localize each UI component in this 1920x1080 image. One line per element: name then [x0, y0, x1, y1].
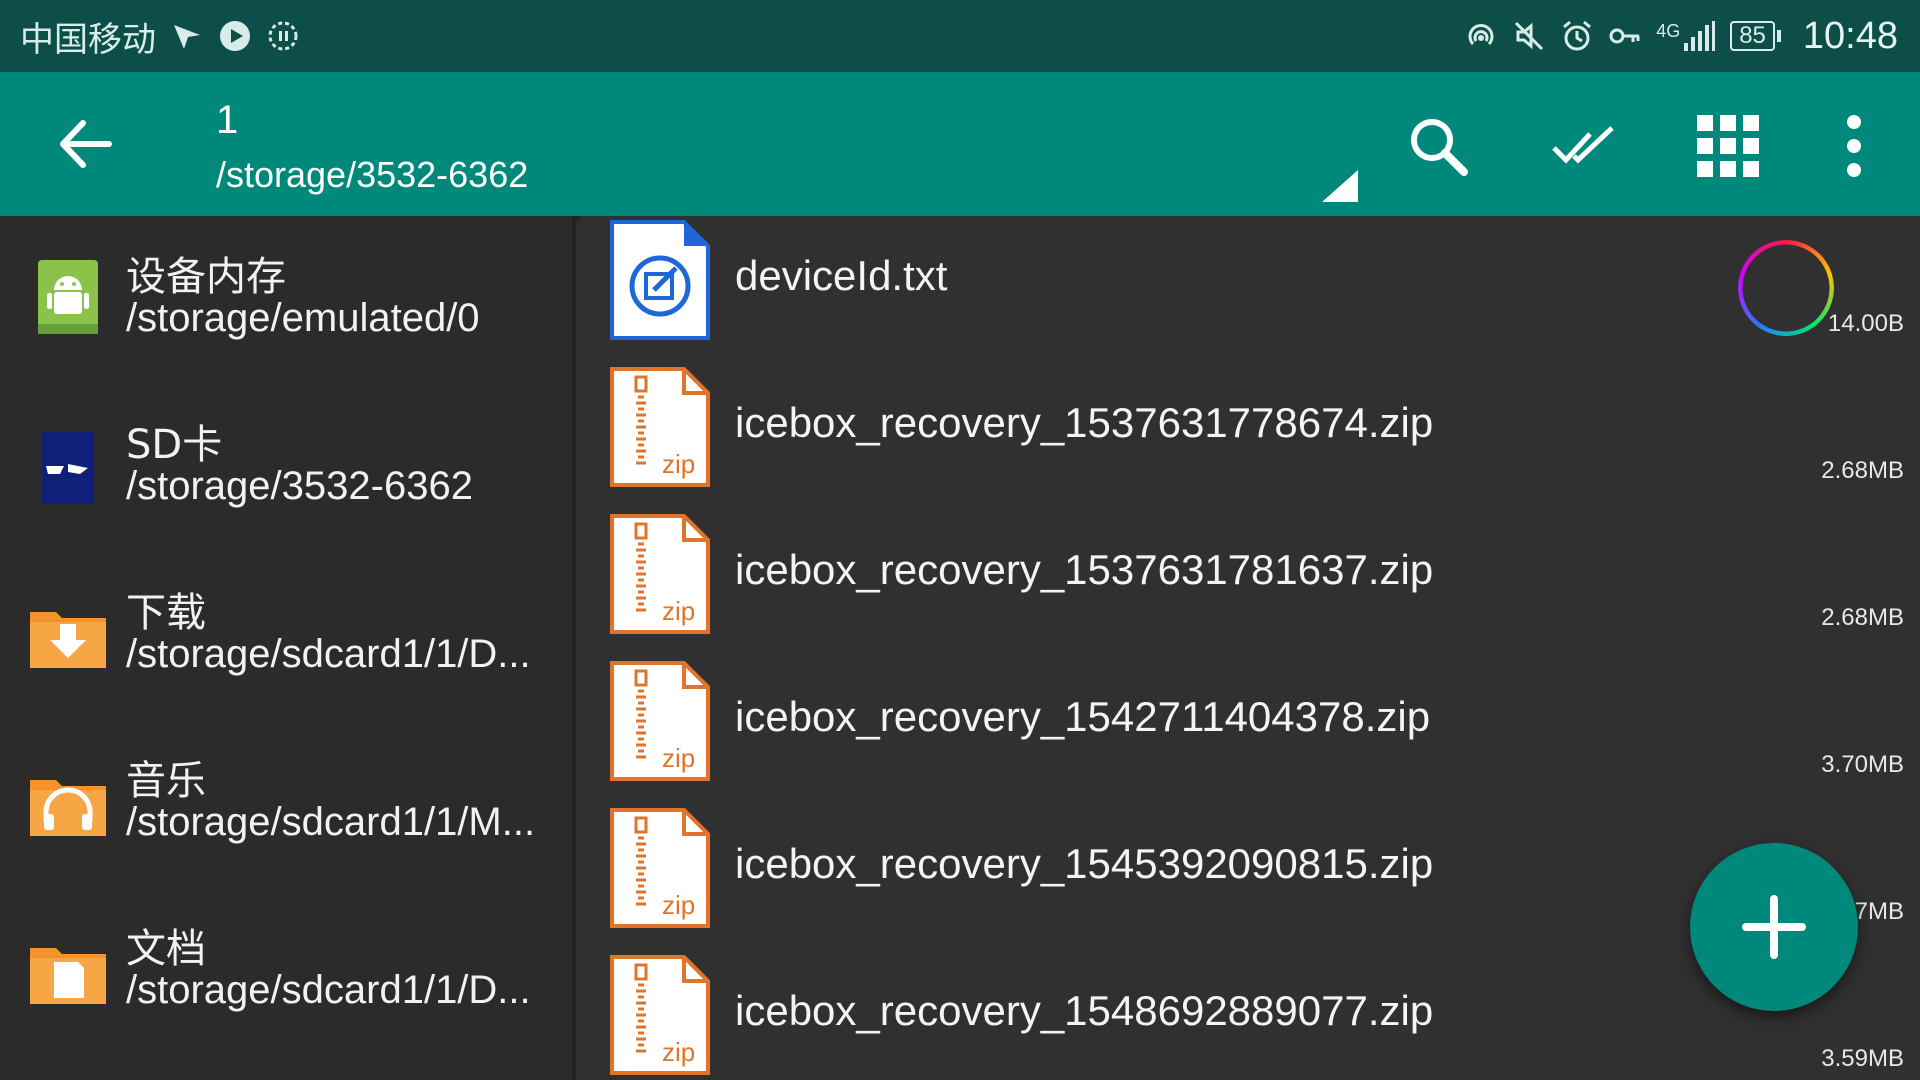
zip-label: zip	[662, 743, 695, 773]
sidebar-item-path: /storage/emulated/0	[126, 296, 480, 340]
clock: 10:48	[1802, 14, 1898, 57]
sidebar-item-music[interactable]: 音乐 /storage/sdcard1/1/M...	[0, 738, 572, 906]
zip-file-icon: zip	[610, 955, 710, 1075]
file-name: icebox_recovery_1542711404378.zip	[735, 693, 1431, 740]
status-right: 4G 85 10:48	[1464, 15, 1898, 58]
battery-level: 85	[1730, 21, 1775, 51]
sidebar-item-downloads[interactable]: 下载 /storage/sdcard1/1/D...	[0, 570, 572, 738]
file-size: 2.68MB	[1821, 457, 1904, 484]
file-size: 14.00B	[1827, 310, 1904, 337]
grid-view-icon	[1697, 115, 1759, 177]
android-storage-icon	[38, 260, 98, 334]
document-folder-icon	[30, 948, 106, 1004]
select-all-icon	[1552, 126, 1614, 164]
sidebar-item-path: /storage/sdcard1/1/M...	[126, 800, 536, 844]
zip-file-icon: zip	[610, 367, 710, 487]
overflow-menu-button[interactable]	[1816, 108, 1892, 184]
file-row[interactable]: deviceId.txt 14.00B	[580, 216, 1920, 363]
music-folder-icon	[30, 780, 106, 836]
file-name: icebox_recovery_1537631781637.zip	[735, 546, 1434, 593]
zip-label: zip	[662, 1037, 695, 1067]
path-dropdown-icon[interactable]	[1322, 170, 1358, 202]
search-button[interactable]	[1400, 108, 1476, 184]
carrier-name: 中国移动	[20, 19, 156, 60]
add-fab-button[interactable]	[1690, 843, 1858, 1011]
file-row[interactable]: zip icebox_recovery_1542711404378.zip 3.…	[580, 657, 1920, 804]
zip-label: zip	[662, 449, 695, 479]
play-circle-icon	[220, 21, 250, 51]
folder-path[interactable]: /storage/3532-6362	[216, 154, 528, 196]
file-size: 7MB	[1854, 898, 1904, 925]
sidebar-item-label: 下载	[126, 590, 206, 636]
sd-card-icon	[42, 432, 94, 504]
zip-label: zip	[662, 596, 695, 626]
back-button[interactable]	[50, 112, 120, 176]
sidebar-item-label: 文档	[126, 926, 206, 972]
file-size: 3.59MB	[1821, 1045, 1904, 1072]
sync-gear-icon	[268, 21, 298, 51]
zip-file-icon: zip	[610, 808, 710, 928]
search-icon	[1411, 119, 1468, 176]
sidebar-item-label: 设备内存	[126, 254, 286, 300]
mute-icon	[1515, 21, 1544, 51]
plus-icon	[1742, 895, 1806, 959]
file-name: icebox_recovery_1545392090815.zip	[735, 840, 1434, 887]
battery-indicator: 85	[1730, 21, 1781, 51]
vpn-key-icon	[1609, 28, 1640, 44]
zip-file-icon: zip	[610, 661, 710, 781]
battery-tip	[1776, 30, 1781, 42]
sidebar-item-documents[interactable]: 文档 /storage/sdcard1/1/D...	[0, 906, 572, 1074]
file-name: icebox_recovery_1548692889077.zip	[735, 987, 1434, 1034]
arrow-back-icon	[60, 120, 112, 168]
file-row[interactable]: zip icebox_recovery_1537631778674.zip 2.…	[580, 363, 1920, 510]
file-name: deviceId.txt	[735, 252, 948, 299]
toolbar: 1 /storage/3532-6362	[0, 72, 1920, 216]
signal-strength-icon	[1684, 21, 1716, 51]
file-size: 3.70MB	[1821, 751, 1904, 778]
zip-label: zip	[662, 890, 695, 920]
sidebar-item-path: /storage/3532-6362	[126, 464, 473, 508]
alarm-icon	[1563, 20, 1592, 51]
sidebar-item-path: /storage/sdcard1/1/D...	[126, 968, 531, 1012]
grid-view-button[interactable]	[1690, 108, 1766, 184]
file-size: 2.68MB	[1821, 604, 1904, 631]
select-all-button[interactable]	[1546, 108, 1622, 184]
file-name: icebox_recovery_1537631778674.zip	[735, 399, 1434, 446]
sidebar-item-sd-card[interactable]: SD卡 /storage/3532-6362	[0, 402, 572, 570]
sidebar-item-internal-storage[interactable]: 设备内存 /storage/emulated/0	[0, 234, 572, 402]
hotspot-icon	[1468, 24, 1494, 46]
zip-file-icon: zip	[610, 514, 710, 634]
folder-title: 1	[216, 98, 239, 142]
loading-spinner	[1738, 240, 1834, 336]
location-arrow-icon	[174, 25, 200, 49]
network-type-label: 4G	[1656, 20, 1681, 41]
text-file-icon	[610, 220, 710, 340]
more-vert-icon	[1847, 115, 1861, 177]
status-bar: 中国移动 4G 85 10:48	[0, 0, 1920, 72]
file-row[interactable]: zip icebox_recovery_1537631781637.zip 2.…	[580, 510, 1920, 657]
status-left: 中国移动	[20, 12, 300, 61]
sidebar-item-path: /storage/sdcard1/1/D...	[126, 632, 531, 676]
sidebar: 设备内存 /storage/emulated/0 SD卡 /storage/35…	[0, 216, 576, 1080]
sidebar-item-label: 音乐	[126, 758, 206, 804]
download-folder-icon	[30, 612, 106, 668]
sidebar-item-label: SD卡	[126, 422, 223, 468]
